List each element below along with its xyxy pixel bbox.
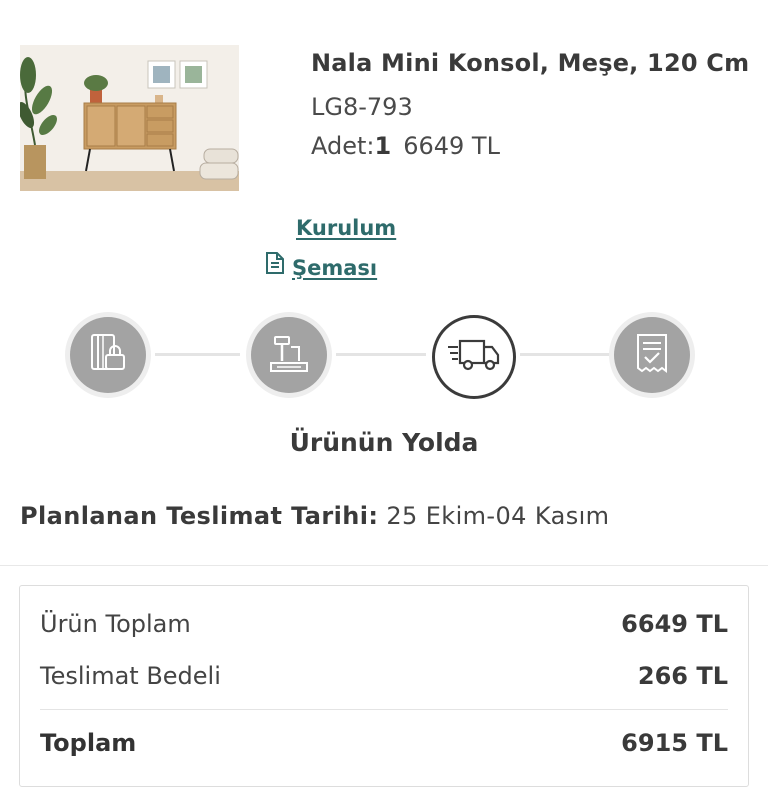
total-value: 6915 TL [621,729,728,757]
delivery-truck-icon [446,335,502,379]
subtotal-row: Ürün Toplam 6649 TL [40,610,728,638]
receipt-check-icon [628,329,676,381]
installation-schema-link[interactable]: Kurulum Şeması [264,208,396,288]
product-title: Nala Mini Konsol, Meşe, 120 Cm [311,49,750,77]
planned-delivery: Planlanan Teslimat Tarihi: 25 Ekim-04 Ka… [20,502,609,530]
summary-divider [40,709,728,710]
shipping-value: 266 TL [637,662,728,690]
shipping-row: Teslimat Bedeli 266 TL [40,662,728,690]
quantity-value: 1 [374,132,392,160]
step-delivered [614,317,690,393]
delivery-date-range: 25 Ekim-04 Kasım [386,502,610,530]
product-quantity-price: Adet:1 6649 TL [311,132,500,160]
progress-connector [336,353,426,356]
total-label: Toplam [40,729,137,757]
order-status: Ürünün Yolda [289,428,479,457]
progress-connector [155,353,240,356]
product-price: 6649 TL [403,132,500,160]
subtotal-label: Ürün Toplam [40,610,191,638]
product-sku: LG8-793 [311,93,413,121]
hammer-tools-icon [265,329,313,381]
step-shipping-active [432,315,516,399]
section-divider [0,565,768,566]
step-preparation [251,317,327,393]
subtotal-value: 6649 TL [621,610,728,638]
step-payment [70,317,146,393]
progress-connector [520,353,610,356]
order-summary: Ürün Toplam 6649 TL Teslimat Bedeli 266 … [19,585,749,787]
shipping-label: Teslimat Bedeli [40,662,221,690]
document-icon [264,248,286,288]
quantity-label: Adet: [311,132,375,160]
total-row: Toplam 6915 TL [40,729,728,757]
card-lock-icon [84,329,132,381]
installation-link-line1: Kurulum [296,216,397,240]
product-image [20,45,239,191]
delivery-label: Planlanan Teslimat Tarihi: [20,502,379,530]
installation-link-line2: Şeması [292,256,378,280]
